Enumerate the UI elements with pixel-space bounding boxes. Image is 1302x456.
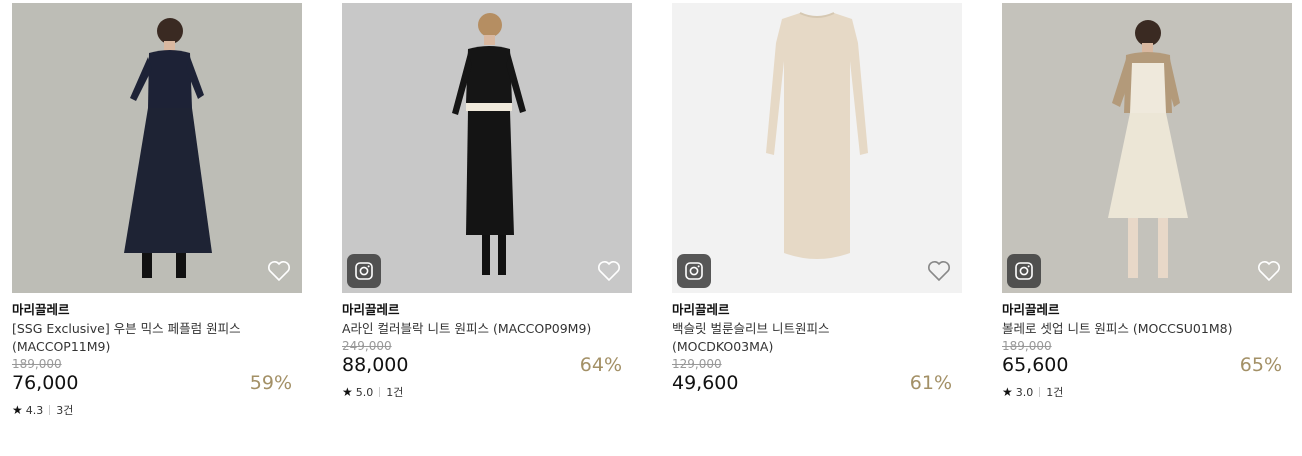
product-title[interactable]: A라인 컬러블락 니트 원피스 (MACCOP09M9) [342,320,632,338]
wishlist-heart-icon[interactable] [1257,260,1281,282]
instagram-icon [1015,262,1033,280]
product-title[interactable]: [SSG Exclusive] 우븐 믹스 페플럼 원피스 (MACCOP11M… [12,320,302,356]
product-grid: 마리끌레르 [SSG Exclusive] 우븐 믹스 페플럼 원피스 (MAC… [0,0,1302,456]
instagram-badge[interactable] [1007,254,1041,288]
rating-score: 5.0 [355,385,374,399]
product-card[interactable]: 마리끌레르 [SSG Exclusive] 우븐 믹스 페플럼 원피스 (MAC… [12,3,302,418]
instagram-icon [685,262,703,280]
brand-name[interactable]: 마리끌레르 [12,302,302,318]
wishlist-heart-icon[interactable] [927,260,951,282]
rating-score: 3.0 [1015,385,1034,399]
product-title[interactable]: 볼레로 셋업 니트 원피스 (MOCCSU01M8) [1002,320,1292,338]
instagram-badge[interactable] [347,254,381,288]
star-icon: ★ [1002,385,1013,399]
original-price: 129,000 [672,357,722,371]
discount-rate: 64% [579,354,622,376]
divider [379,387,381,397]
star-icon: ★ [342,385,353,399]
price-block: 189,000 76,000 59% [12,356,302,394]
product-photo [672,3,962,293]
original-price: 189,000 [12,357,62,371]
rating-summary: ★ 5.0 1건 [342,384,632,400]
rating-summary: ★ 3.0 1건 [1002,384,1292,400]
discount-rate: 59% [249,372,292,394]
rating-summary: ★ 4.3 3건 [12,402,302,418]
discount-rate: 65% [1239,354,1282,376]
price-block: 189,000 65,600 65% [1002,338,1292,376]
wishlist-heart-icon[interactable] [597,260,621,282]
product-title-line: (MACCOP11M9) [12,339,111,354]
review-count: 1건 [386,386,404,399]
product-title[interactable]: 백슬릿 벌룬슬리브 니트원피스 (MOCDKO03MA) [672,320,962,356]
product-photo [12,3,302,293]
product-photo [1002,3,1292,293]
star-icon: ★ [12,403,23,417]
instagram-badge[interactable] [677,254,711,288]
product-card[interactable]: 마리끌레르 백슬릿 벌룬슬리브 니트원피스 (MOCDKO03MA) 129,0… [672,3,962,394]
product-title-line: 백슬릿 벌룬슬리브 니트원피스 [672,321,830,336]
product-title-line: A라인 컬러블락 니트 원피스 (MACCOP09M9) [342,321,592,336]
brand-name[interactable]: 마리끌레르 [672,302,962,318]
product-image[interactable] [672,3,962,293]
divider [1039,387,1041,397]
price-block: 129,000 49,600 61% [672,356,962,394]
product-image[interactable] [1002,3,1292,293]
wishlist-heart-icon[interactable] [267,260,291,282]
brand-name[interactable]: 마리끌레르 [342,302,632,318]
divider [49,405,51,415]
product-title-line: 볼레로 셋업 니트 원피스 (MOCCSU01M8) [1002,321,1233,336]
product-card[interactable]: 마리끌레르 A라인 컬러블락 니트 원피스 (MACCOP09M9) 249,0… [342,3,632,400]
review-count: 1건 [1046,386,1064,399]
original-price: 189,000 [1002,339,1052,353]
instagram-icon [355,262,373,280]
product-image[interactable] [342,3,632,293]
product-card[interactable]: 마리끌레르 볼레로 셋업 니트 원피스 (MOCCSU01M8) 189,000… [1002,3,1292,400]
original-price: 249,000 [342,339,392,353]
discount-rate: 61% [909,372,952,394]
rating-score: 4.3 [25,403,44,417]
brand-name[interactable]: 마리끌레르 [1002,302,1292,318]
review-count: 3건 [56,404,74,417]
product-title-line: [SSG Exclusive] 우븐 믹스 페플럼 원피스 [12,321,241,336]
product-photo [342,3,632,293]
product-image[interactable] [12,3,302,293]
price-block: 249,000 88,000 64% [342,338,632,376]
product-title-line: (MOCDKO03MA) [672,339,774,354]
